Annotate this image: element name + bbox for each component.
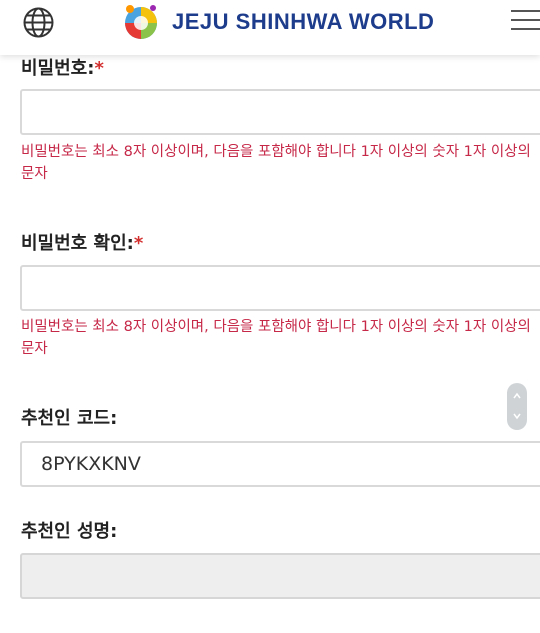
password-hint: 비밀번호는 최소 8자 이상이며, 다음을 포함해야 합니다 1자 이상의 숫자… xyxy=(21,144,531,182)
logo-text: JEJU SHINHWA WORLD xyxy=(172,9,435,34)
referral-code-field[interactable] xyxy=(20,441,540,487)
top-header: JEJU SHINHWA WORLD xyxy=(0,0,540,55)
globe-icon[interactable] xyxy=(22,6,55,39)
logo-mark-icon xyxy=(125,5,157,39)
hamburger-menu-icon[interactable] xyxy=(511,10,540,34)
password-label-text: 비밀번호: xyxy=(21,58,95,79)
required-mark: * xyxy=(94,58,104,79)
password-field[interactable] xyxy=(20,89,540,135)
scroll-stepper[interactable] xyxy=(507,383,527,430)
required-mark: * xyxy=(133,233,144,254)
referrer-name-label: 추천인 성명: xyxy=(21,521,118,542)
registration-form: 비밀번호:* 비밀번호는 최소 8자 이상이며, 다음을 포함해야 합니다 1자… xyxy=(0,0,540,633)
confirm-password-field[interactable] xyxy=(20,265,540,311)
confirm-password-label-text: 비밀번호 확인: xyxy=(21,233,134,254)
chevron-down-icon[interactable] xyxy=(513,412,521,420)
referral-code-label: 추천인 코드: xyxy=(21,408,118,429)
brand-logo[interactable]: JEJU SHINHWA WORLD xyxy=(120,2,434,42)
referrer-name-field xyxy=(20,553,540,599)
chevron-up-icon[interactable] xyxy=(513,392,521,400)
confirm-password-hint: 비밀번호는 최소 8자 이상이며, 다음을 포함해야 합니다 1자 이상의 숫자… xyxy=(21,319,531,357)
confirm-password-label: 비밀번호 확인:* xyxy=(21,229,143,255)
password-label: 비밀번호:* xyxy=(21,54,104,80)
